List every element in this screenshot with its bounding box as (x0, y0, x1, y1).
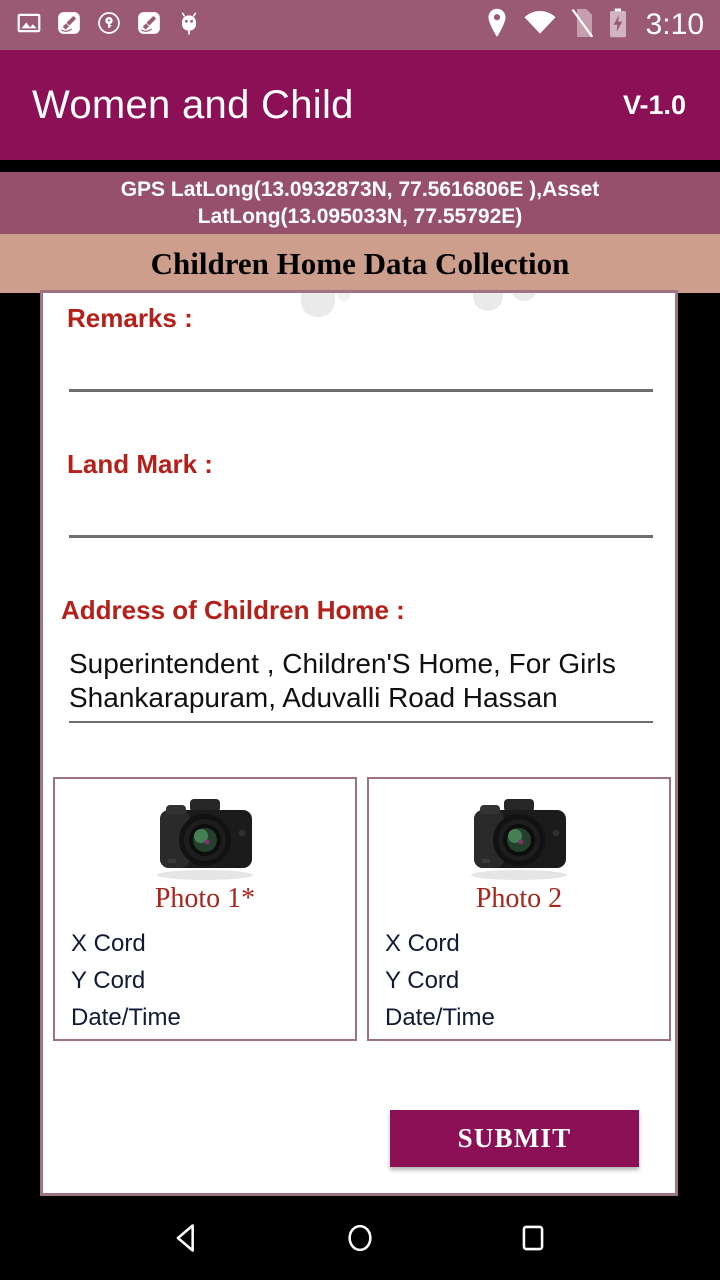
gps-coordinates-band: GPS LatLong(13.0932873N, 77.5616806E ),A… (0, 172, 720, 234)
form-card: Remarks : Land Mark : Address of Childre… (40, 290, 678, 1196)
status-bar-clock: 3:10 (645, 8, 704, 41)
cleaner-icon (136, 10, 162, 41)
field-address-value[interactable]: Superintendent , Children'S Home, For Gi… (69, 647, 653, 715)
image-icon (16, 10, 42, 41)
no-sim-icon (570, 8, 594, 43)
app-version-label: V-1.0 (622, 89, 686, 120)
photo-1-caption: Photo 1* (154, 883, 256, 914)
home-nav-button[interactable] (325, 1203, 395, 1273)
photo-2-camera-button[interactable] (369, 779, 669, 881)
android-bug-icon (176, 10, 202, 41)
cleaner-icon (56, 10, 82, 41)
section-title-band: Children Home Data Collection (0, 234, 720, 293)
field-landmark-input[interactable] (69, 535, 653, 538)
photo-2-x-cord: X Cord (385, 930, 460, 957)
app-title: Women and Child (32, 82, 354, 127)
status-bar-notification-icons (16, 10, 484, 41)
photo-1-camera-button[interactable] (55, 779, 355, 881)
form-card-content: Remarks : Land Mark : Address of Childre… (43, 293, 675, 1193)
app-root: 3:10 Women and Child V-1.0 GPS LatLong(1… (0, 0, 720, 1280)
field-remarks-label: Remarks : (67, 303, 193, 333)
photo-1-box[interactable]: Photo 1* X Cord Y Cord Date/Time (53, 777, 357, 1041)
photo-1-coords: X Cord Y Cord Date/Time (55, 915, 355, 1036)
photo-1-datetime: Date/Time (71, 1004, 181, 1031)
app-bar-divider (0, 160, 720, 172)
location-pin-icon (484, 8, 510, 43)
photo-2-box[interactable]: Photo 2 X Cord Y Cord Date/Time (367, 777, 671, 1041)
camera-icon (471, 799, 567, 880)
wifi-icon (524, 10, 556, 41)
app-bar: Women and Child V-1.0 (0, 50, 720, 160)
photo-2-y-cord: Y Cord (385, 967, 460, 994)
android-navigation-bar (0, 1196, 720, 1280)
photo-2-coords: X Cord Y Cord Date/Time (369, 915, 669, 1036)
field-address-label: Address of Children Home : (61, 595, 405, 625)
photo-2-datetime: Date/Time (385, 1004, 495, 1031)
battery-charging-icon (608, 8, 628, 43)
submit-button[interactable]: SUBMIT (390, 1110, 639, 1167)
photo-1-x-cord: X Cord (71, 930, 146, 957)
status-bar-system-icons: 3:10 (484, 8, 704, 43)
recents-nav-button[interactable] (498, 1203, 568, 1273)
status-bar: 3:10 (0, 0, 720, 50)
gps-coordinates-text: GPS LatLong(13.0932873N, 77.5616806E ),A… (120, 178, 600, 228)
photo-2-caption: Photo 2 (475, 883, 563, 914)
field-address: Address of Children Home : (61, 595, 405, 626)
back-nav-button[interactable] (152, 1203, 222, 1273)
photo-1-y-cord: Y Cord (71, 967, 146, 994)
field-address-underline (69, 721, 653, 723)
page-title: Children Home Data Collection (150, 245, 570, 281)
field-remarks: Remarks : (67, 303, 193, 334)
field-landmark: Land Mark : (67, 449, 213, 480)
camera-icon (157, 799, 253, 880)
field-landmark-label: Land Mark : (67, 449, 213, 479)
field-remarks-input[interactable] (69, 389, 653, 392)
shield-key-icon (96, 10, 122, 41)
